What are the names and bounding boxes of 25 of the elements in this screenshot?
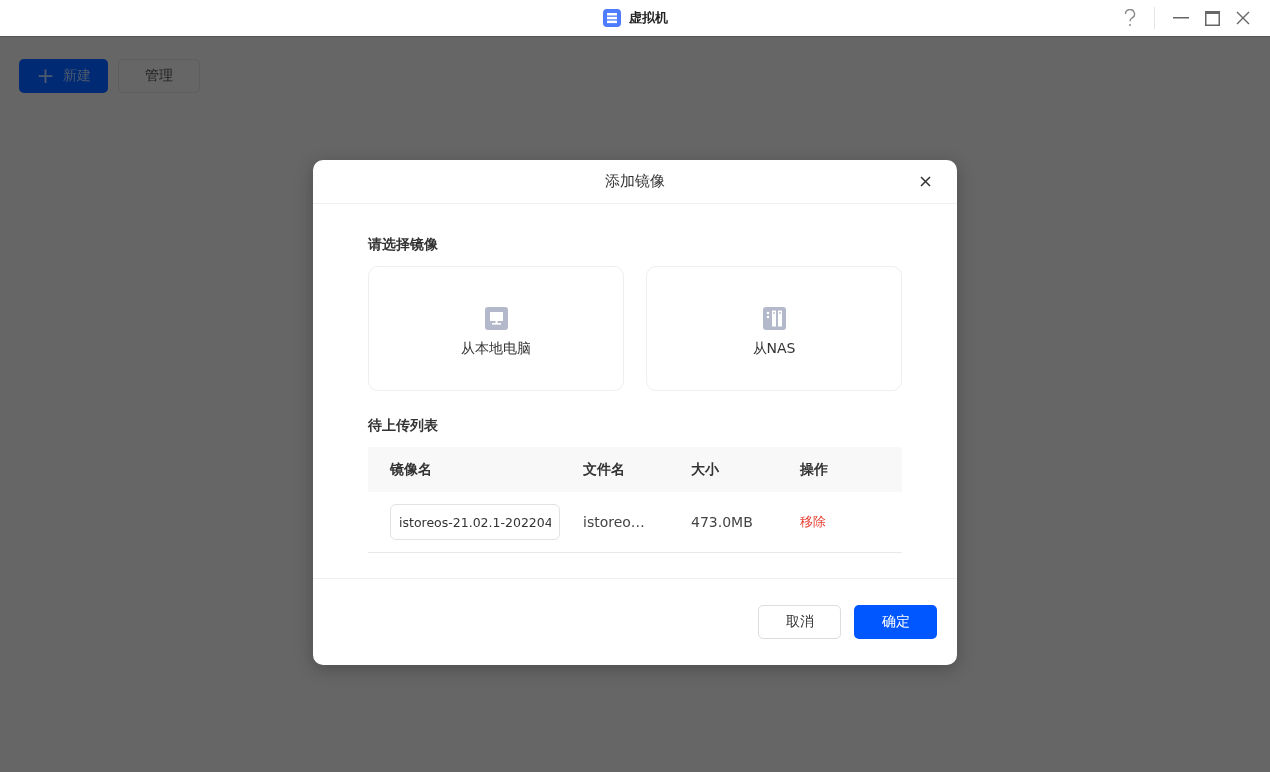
help-icon[interactable] bbox=[1124, 9, 1136, 27]
minimize-icon[interactable] bbox=[1173, 17, 1189, 19]
column-header: 镜像名 bbox=[368, 447, 582, 492]
table-cell: 473.0MB bbox=[691, 514, 753, 530]
column-header: 文件名 bbox=[582, 447, 690, 492]
source-label: 从NAS bbox=[752, 340, 796, 358]
maximize-icon[interactable] bbox=[1205, 10, 1220, 26]
source-card[interactable]: 从本地电脑 bbox=[368, 266, 624, 391]
dialog-title: 添加镜像 bbox=[605, 172, 665, 191]
section-heading: 待上传列表 bbox=[368, 417, 439, 435]
source-card[interactable]: 从NAS bbox=[646, 266, 902, 391]
remove-link[interactable]: 移除 bbox=[800, 514, 826, 529]
monitor-icon bbox=[484, 307, 508, 330]
server-icon bbox=[762, 307, 786, 330]
app-icon bbox=[602, 9, 621, 27]
table-cell: istoreo… bbox=[583, 514, 645, 530]
close-icon[interactable] bbox=[1236, 11, 1250, 25]
source-label: 从本地电脑 bbox=[461, 340, 531, 358]
confirm-button[interactable]: 确定 bbox=[854, 605, 937, 639]
window-title: 虚拟机 bbox=[628, 9, 668, 27]
column-header: 大小 bbox=[690, 447, 799, 492]
section-heading: 请选择镜像 bbox=[368, 236, 439, 254]
column-header: 操作 bbox=[799, 447, 902, 492]
cancel-button[interactable]: 取消 bbox=[758, 605, 841, 639]
close-icon[interactable] bbox=[920, 176, 931, 187]
